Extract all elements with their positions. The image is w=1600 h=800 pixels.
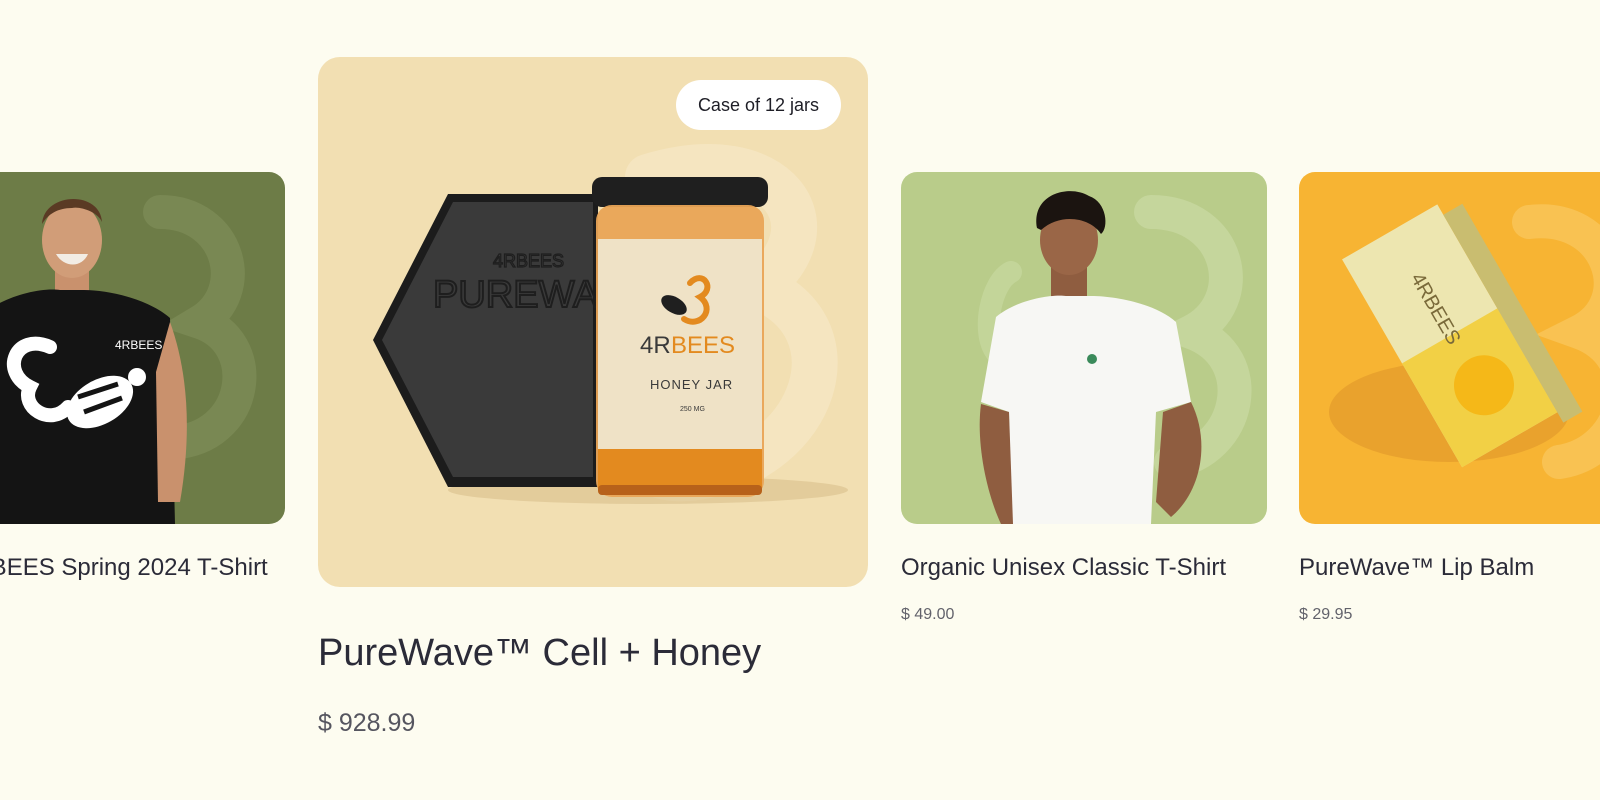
product-title[interactable]: PureWave™ Cell + Honey: [318, 632, 761, 675]
svg-text:BEES: BEES: [671, 332, 735, 359]
product-price: $ 29.95: [1299, 606, 1353, 623]
white-tshirt-man-illustration: [977, 191, 1252, 524]
quantity-badge: Case of 12 jars: [675, 80, 841, 130]
product-price: $ 928.99: [318, 709, 416, 737]
svg-text:4R: 4R: [640, 332, 671, 359]
product-image-lip-balm[interactable]: 4RBEES: [1299, 172, 1600, 524]
product-image-cell-honey[interactable]: PUREWAVE 4RBEES 4R BEES HONEY JAR 250 MG…: [318, 57, 868, 587]
product-carousel: 4RBEES 4RBEES Spring 2024 T-Shirt PUREWA…: [0, 0, 1600, 800]
small-bee-logo-icon: [1087, 354, 1097, 364]
product-image-organic-tshirt[interactable]: [901, 172, 1267, 524]
shirt-logo-text: 4RBEES: [115, 338, 162, 352]
product-price: $ 49.00: [901, 606, 955, 623]
svg-text:250 MG: 250 MG: [680, 406, 705, 413]
svg-text:4RBEES: 4RBEES: [493, 251, 564, 271]
honeycomb-and-jar-illustration: PUREWAVE 4RBEES 4R BEES HONEY JAR 250 MG: [373, 144, 848, 504]
tshirt-man-illustration: 4RBEES: [0, 195, 257, 524]
product-title[interactable]: Organic Unisex Classic T-Shirt: [901, 554, 1226, 582]
product-image-spring-tshirt[interactable]: 4RBEES: [0, 172, 285, 524]
product-title[interactable]: PureWave™ Lip Balm: [1299, 554, 1534, 582]
lip-balm-box-illustration: 4RBEES: [1329, 203, 1600, 479]
honey-jar-icon: 4R BEES HONEY JAR 250 MG: [592, 177, 768, 497]
svg-text:HONEY JAR: HONEY JAR: [650, 377, 733, 392]
product-title[interactable]: 4RBEES Spring 2024 T-Shirt: [0, 554, 300, 582]
